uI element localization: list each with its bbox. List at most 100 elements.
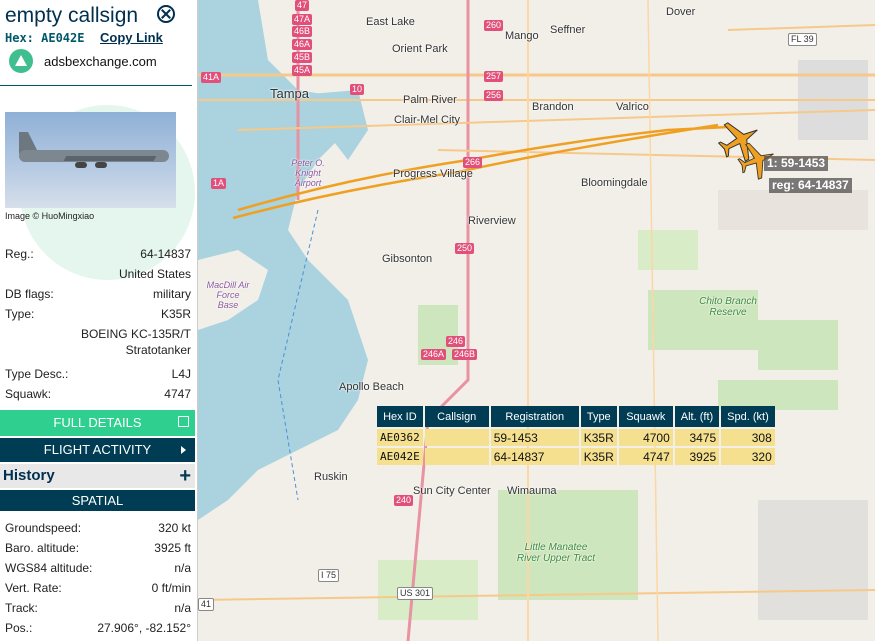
adsbexchange-logo-icon — [9, 49, 33, 73]
altitude-cell: 3475 — [674, 429, 720, 446]
map-label-place: Wimauma — [507, 485, 557, 497]
map-label-place: Palm River — [403, 94, 457, 106]
detail-label: Type Desc.: — [5, 367, 69, 381]
map-label-place: Dover — [666, 6, 696, 18]
wgs84-altitude-value: n/a — [174, 561, 191, 575]
map-label-airport: MacDill Air Force Base — [206, 280, 250, 310]
route-shield: 256 — [484, 90, 504, 101]
aircraft-label[interactable]: 1: 59-1453 — [764, 156, 829, 171]
column-header[interactable]: Spd. (kt) — [721, 406, 775, 427]
route-shield: 45B — [292, 52, 313, 63]
route-shield: 246B — [452, 349, 478, 360]
baro-altitude-value: 3925 ft — [154, 541, 191, 555]
divider — [0, 85, 192, 86]
callsign-title: empty callsign — [5, 4, 139, 27]
copy-link-button[interactable]: Copy Link — [100, 30, 163, 45]
full-details-button[interactable]: FULL DETAILS — [0, 410, 195, 436]
route-shield: 46B — [292, 26, 313, 37]
aircraft-label[interactable]: reg: 64-14837 — [769, 178, 852, 193]
site-name[interactable]: adsbexchange.com — [44, 54, 157, 69]
route-shield: 10 — [350, 84, 365, 95]
route-shield: 41 — [198, 598, 215, 611]
detail-label: Type: — [5, 307, 35, 321]
db-flags-value: military — [153, 287, 191, 301]
table-row[interactable]: AE042E 64-14837 K35R 4747 3925 320 — [377, 448, 775, 465]
vert-rate-value: 0 ft/min — [151, 581, 191, 595]
hex-label: Hex: AE042E — [5, 31, 85, 45]
history-section-toggle[interactable]: History + — [0, 464, 195, 488]
map-label-place: East Lake — [366, 16, 415, 28]
map-label-place: Sun City Center — [413, 485, 491, 497]
route-shield: 47 — [295, 0, 310, 11]
route-shield: FL 39 — [788, 33, 817, 46]
spatial-label: Vert. Rate: — [5, 581, 62, 595]
route-shield: 46A — [292, 39, 313, 50]
groundspeed-value: 320 kt — [158, 521, 191, 535]
aircraft-photo[interactable] — [5, 112, 176, 208]
track-value: n/a — [174, 601, 191, 615]
map-label-place: Ruskin — [314, 471, 348, 483]
type-cell: K35R — [580, 448, 617, 465]
table-row[interactable]: AE0362 59-1453 K35R 4700 3475 308 — [377, 429, 775, 446]
route-shield: I 75 — [318, 569, 340, 582]
spatial-section-header: SPATIAL — [0, 490, 195, 511]
squawk-cell: 4700 — [618, 429, 673, 446]
altitude-cell: 3925 — [674, 448, 720, 465]
map-label-place: Clair-Mel City — [394, 114, 460, 126]
column-header[interactable]: Squawk — [618, 406, 673, 427]
registration-cell: 59-1453 — [490, 429, 579, 446]
spatial-label: Baro. altitude: — [5, 541, 80, 555]
route-shield: 257 — [484, 71, 504, 82]
flight-activity-label: FLIGHT ACTIVITY — [43, 442, 152, 457]
map-label-place: Brandon — [532, 101, 574, 113]
adsb-app: empty callsign Hex: AE042E Copy Link ads… — [0, 0, 875, 641]
map-label-park: Chito Branch Reserve — [699, 296, 757, 318]
type-desc-value: L4J — [171, 367, 191, 381]
history-label: History — [3, 467, 55, 484]
registration-cell: 64-14837 — [490, 448, 579, 465]
map-label-place: Valrico — [616, 101, 649, 113]
spatial-label: Groundspeed: — [5, 521, 82, 535]
route-shield: 260 — [484, 20, 504, 31]
map-label-place: Progress Village — [393, 168, 473, 180]
route-shield: 1A — [211, 178, 227, 189]
flight-activity-button[interactable]: FLIGHT ACTIVITY — [0, 438, 195, 462]
squawk-value: 4747 — [164, 387, 191, 401]
speed-cell: 308 — [721, 429, 775, 446]
route-shield: 45A — [292, 65, 313, 76]
column-header[interactable]: Alt. (ft) — [674, 406, 720, 427]
map-label-place: Orient Park — [392, 43, 448, 55]
detail-label: Reg.: — [5, 247, 34, 261]
column-header[interactable]: Hex ID — [377, 406, 423, 427]
plus-icon[interactable]: + — [179, 466, 191, 486]
callsign-cell — [424, 429, 489, 446]
close-icon[interactable] — [157, 5, 175, 23]
full-details-label: FULL DETAILS — [53, 415, 142, 430]
map-canvas[interactable]: East Lake Mango Seffner Dover Orient Par… — [198, 0, 875, 641]
country-value: United States — [118, 267, 191, 281]
spatial-label: Track: — [5, 601, 38, 615]
column-header[interactable]: Type — [580, 406, 617, 427]
type-name-value: BOEING KC-135R/T — [80, 327, 191, 341]
route-shield: 47A — [292, 14, 313, 25]
table-header-row: Hex ID Callsign Registration Type Squawk… — [377, 406, 775, 427]
type-cell: K35R — [580, 429, 617, 446]
route-shield: 246A — [421, 349, 447, 360]
map-label-place: Seffner — [550, 24, 586, 36]
detail-label: Squawk: — [5, 387, 52, 401]
squawk-cell: 4747 — [618, 448, 673, 465]
map-label-place: Riverview — [468, 215, 516, 227]
detail-label: DB flags: — [5, 287, 54, 301]
column-header[interactable]: Registration — [490, 406, 579, 427]
route-shield: 266 — [463, 157, 483, 168]
column-header[interactable]: Callsign — [424, 406, 489, 427]
map-label-airport: Peter O. Knight Airport — [291, 158, 325, 188]
callsign-cell — [424, 448, 489, 465]
spatial-label: WGS84 altitude: — [5, 561, 93, 575]
hex-cell: AE042E — [377, 448, 423, 465]
spatial-label: Pos.: — [5, 621, 33, 635]
map-label-place: Gibsonton — [382, 253, 433, 265]
route-shield: 240 — [394, 495, 414, 506]
map-label-place: Apollo Beach — [339, 381, 404, 393]
route-shield: US 301 — [397, 587, 434, 600]
